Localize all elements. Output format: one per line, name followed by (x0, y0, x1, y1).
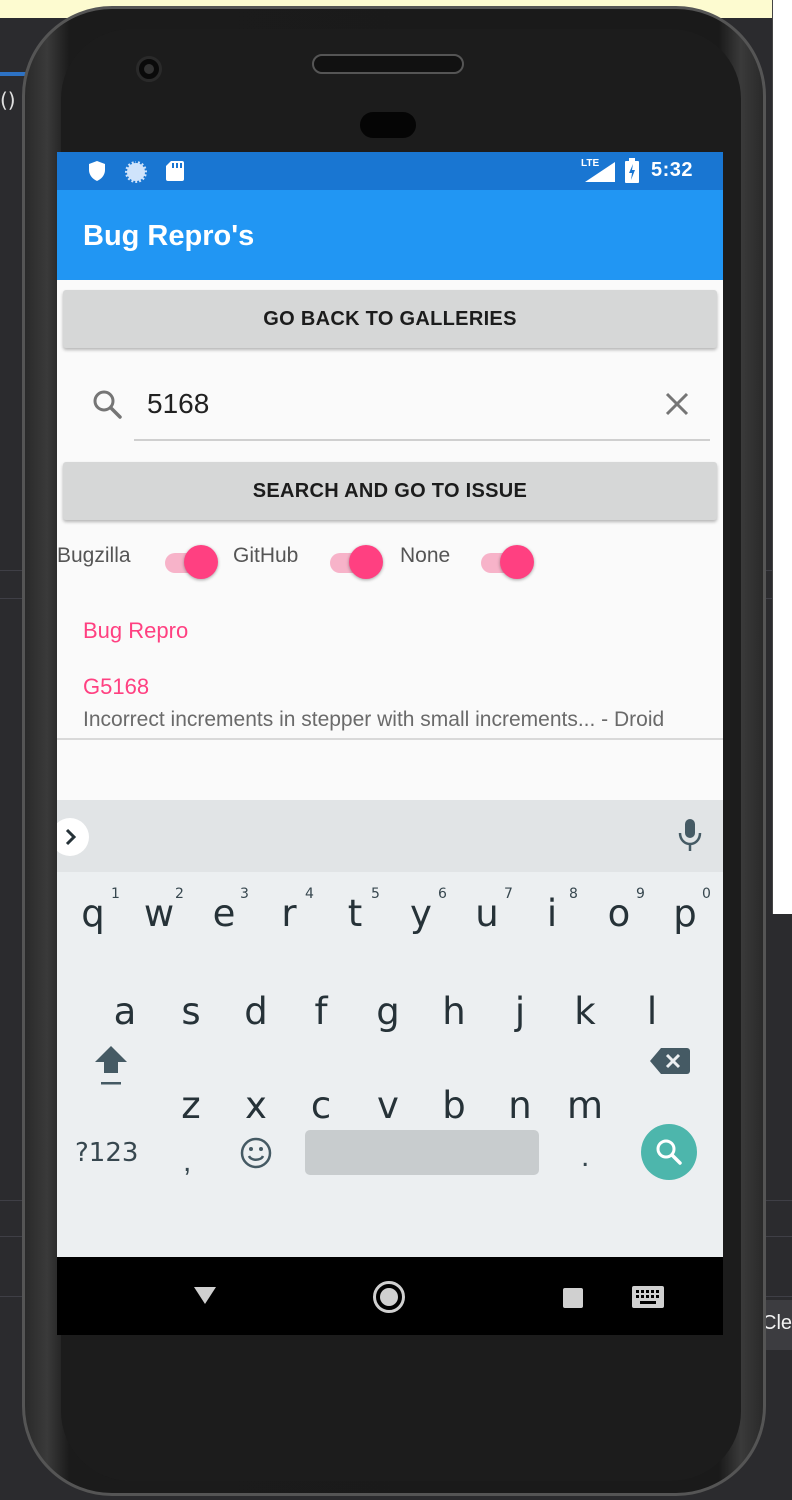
page-title: Bug Repro's (83, 220, 255, 252)
battery-icon (625, 158, 639, 189)
filter-switches: Bugzilla GitHub None (57, 532, 723, 592)
front-camera (136, 56, 162, 82)
search-icon (91, 388, 123, 425)
key-b[interactable]: b (424, 1084, 484, 1127)
status-bar: LTE 5:32 (57, 152, 723, 190)
list-section-header: Bug Repro (83, 618, 189, 643)
list-item[interactable]: G5168 Incorrect increments in stepper wi… (57, 660, 723, 740)
sync-icon (125, 161, 147, 183)
navigation-bar (57, 1257, 723, 1335)
key-a[interactable]: a (95, 990, 155, 1033)
key-j[interactable]: j (490, 990, 550, 1033)
nav-back-icon[interactable] (193, 1285, 217, 1310)
key-x[interactable]: x (226, 1084, 286, 1127)
key-s[interactable]: s (161, 990, 221, 1033)
soft-keyboard: q w e r t y u i o p 1 2 3 4 5 6 7 8 9 0 … (57, 800, 723, 1257)
device-screen: LTE 5:32 Bug Repro's GO BACK TO GALLERIE… (57, 152, 723, 1335)
nav-home-icon[interactable] (373, 1281, 405, 1313)
keyboard-toolbar (57, 800, 723, 872)
chevron-right-icon[interactable] (57, 818, 89, 856)
key-hint-3: 3 (240, 886, 249, 902)
key-k[interactable]: k (555, 990, 615, 1033)
key-hint-0: 0 (702, 886, 711, 902)
signal-icon (581, 160, 617, 189)
backspace-icon[interactable] (649, 1046, 691, 1081)
close-icon[interactable] (663, 390, 691, 423)
bugzilla-switch-thumb[interactable] (184, 545, 218, 579)
key-f[interactable]: f (291, 990, 351, 1033)
key-m[interactable]: m (555, 1084, 615, 1127)
filter-label-bugzilla: Bugzilla (57, 544, 131, 567)
key-l[interactable]: l (622, 990, 682, 1033)
key-g[interactable]: g (358, 990, 418, 1033)
speaker-grille (312, 54, 464, 74)
shield-icon (87, 160, 107, 182)
key-c[interactable]: c (291, 1084, 351, 1127)
key-hint-7: 7 (504, 886, 513, 902)
search-and-go-to-issue-button[interactable]: SEARCH AND GO TO ISSUE (63, 462, 717, 520)
key-period[interactable]: . (581, 1140, 589, 1174)
key-hint-4: 4 (305, 886, 314, 902)
ide-code-fragment: () (0, 88, 16, 112)
filter-label-none: None (400, 544, 451, 567)
key-n[interactable]: n (490, 1084, 550, 1127)
earpiece (360, 112, 416, 138)
key-hint-9: 9 (636, 886, 645, 902)
key-hint-5: 5 (371, 886, 380, 902)
key-h[interactable]: h (424, 990, 484, 1033)
search-bar (57, 372, 723, 442)
status-time: 5:32 (651, 159, 694, 181)
list-item-title: G5168 (83, 674, 150, 699)
list-item-detail: Incorrect increments in stepper with sma… (83, 708, 665, 731)
key-hint-2: 2 (175, 886, 184, 902)
shift-icon[interactable] (91, 1042, 131, 1093)
go-back-to-galleries-button[interactable]: GO BACK TO GALLERIES (63, 290, 717, 348)
ide-side-panel (772, 0, 792, 914)
none-switch-thumb[interactable] (500, 545, 534, 579)
search-underline (134, 439, 710, 441)
symbols-key[interactable]: ?123 (75, 1138, 138, 1168)
emoji-icon[interactable] (239, 1136, 273, 1175)
key-d[interactable]: d (226, 990, 286, 1033)
search-input[interactable] (147, 382, 587, 426)
app-bar: Bug Repro's (57, 190, 723, 280)
key-hint-8: 8 (569, 886, 578, 902)
keyboard-switch-icon[interactable] (631, 1285, 665, 1314)
key-z[interactable]: z (161, 1084, 221, 1127)
key-v[interactable]: v (358, 1084, 418, 1127)
key-hint-6: 6 (438, 886, 447, 902)
github-switch-thumb[interactable] (349, 545, 383, 579)
filter-label-github: GitHub (233, 544, 299, 567)
spacebar[interactable] (305, 1130, 539, 1175)
key-hint-1: 1 (111, 886, 120, 902)
key-comma[interactable]: , (183, 1145, 191, 1179)
sd-card-icon (165, 160, 185, 182)
nav-recents-icon[interactable] (563, 1288, 583, 1308)
search-go-key[interactable] (641, 1124, 697, 1180)
microphone-icon[interactable] (677, 818, 703, 857)
